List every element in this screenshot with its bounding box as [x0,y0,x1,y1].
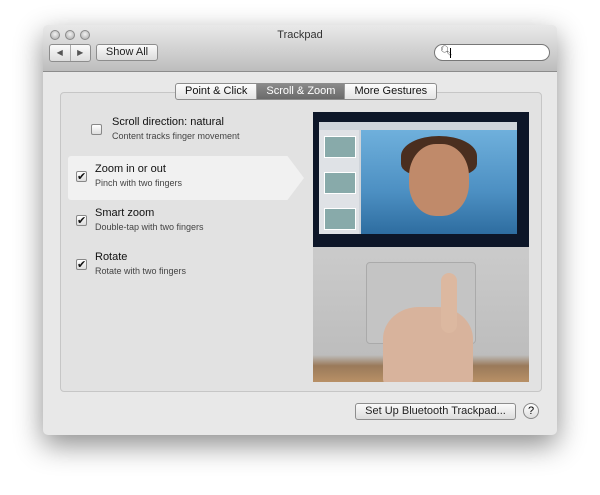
photo-face [409,144,469,216]
photo-thumbnail [324,136,356,158]
tab-point-click[interactable]: Point & Click [176,84,258,99]
preview-sidebar [319,130,359,234]
finger-image [441,273,457,333]
option-subtitle: Rotate with two fingers [95,266,187,276]
option-subtitle: Double-tap with two fingers [95,222,204,232]
checkbox-scroll-direction[interactable] [91,124,102,135]
tab-more-gestures[interactable]: More Gestures [345,84,436,99]
option-title: Scroll direction: natural [112,116,224,128]
option-title: Rotate [95,251,128,263]
gesture-preview-video [313,112,529,382]
option-zoom[interactable]: ✔ Zoom in or out Pinch with two fingers [68,156,304,200]
photo-thumbnail [324,172,356,194]
tab-scroll-zoom[interactable]: Scroll & Zoom [257,84,346,99]
preview-photo [361,130,517,234]
help-button[interactable]: ? [523,403,539,419]
nav-buttons: ◀ ▶ [49,44,91,62]
search-input[interactable]: 🔍︎ [434,44,550,61]
tab-bar: Point & Click Scroll & Zoom More Gesture… [175,83,438,100]
hand-image [383,307,473,382]
option-title: Zoom in or out [95,163,166,175]
back-button[interactable]: ◀ [50,45,71,61]
option-subtitle: Content tracks finger movement [112,131,240,141]
trackpad-window: Trackpad ◀ ▶ Show All 🔍︎ Scroll directio… [43,25,557,435]
forward-button[interactable]: ▶ [71,45,91,61]
preview-photo-app [319,122,517,234]
option-title: Smart zoom [95,207,155,219]
setup-bluetooth-trackpad-button[interactable]: Set Up Bluetooth Trackpad... [355,403,516,420]
option-rotate[interactable]: ✔ Rotate Rotate with two fingers [69,244,305,288]
preview-trackpad [313,247,529,382]
checkbox-smart-zoom[interactable]: ✔ [76,215,87,227]
toolbar: Trackpad ◀ ▶ Show All 🔍︎ [43,25,557,72]
text-caret [450,48,451,58]
window-title: Trackpad [277,29,323,41]
checkbox-rotate[interactable]: ✔ [76,259,87,271]
option-scroll-direction[interactable]: Scroll direction: natural Content tracks… [85,109,321,153]
checkbox-zoom[interactable]: ✔ [76,171,87,183]
option-smart-zoom[interactable]: ✔ Smart zoom Double-tap with two fingers [69,200,305,244]
option-subtitle: Pinch with two fingers [95,178,183,188]
preview-screen [313,112,529,247]
photo-thumbnail [324,208,356,230]
show-all-button[interactable]: Show All [96,44,158,61]
